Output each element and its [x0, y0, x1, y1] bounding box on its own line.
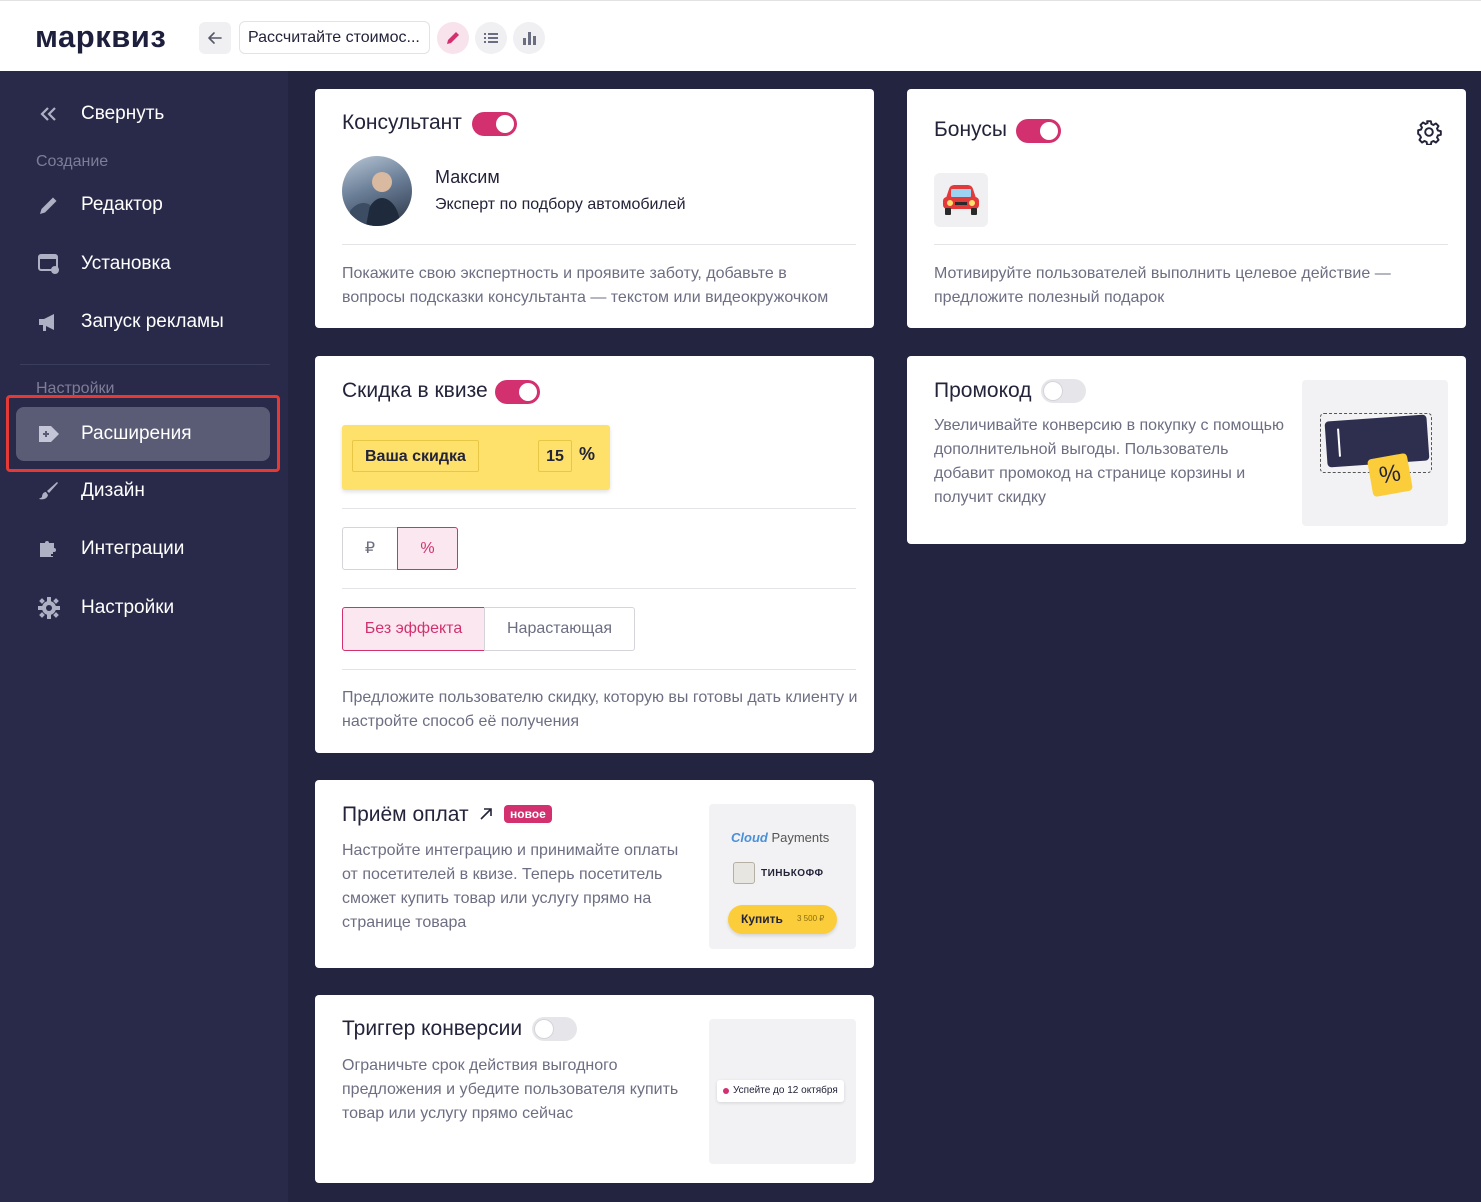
consultant-name: Максим [435, 167, 500, 187]
payments-illustration: Cloud Payments ТИНЬКОФФ Купить 3 500 ₽ [709, 804, 856, 949]
top-bar: марквиз Рассчитайте стоимос... [0, 0, 1481, 71]
brush-icon [36, 479, 62, 503]
extensions-main: Консультант Максим Эксперт по подбору ав… [288, 71, 1481, 1202]
bonuses-settings-button[interactable] [1416, 119, 1442, 146]
sidebar-item-label: Дизайн [81, 480, 145, 501]
trigger-illustration: Успейте до 12 октября [709, 1019, 856, 1164]
marquiz-logo[interactable]: марквиз [35, 19, 166, 55]
sidebar: Свернуть Создание Редактор Установка Зап… [0, 71, 288, 1202]
divider [342, 669, 856, 670]
gear-icon [36, 596, 62, 620]
sidebar-group-create: Создание [36, 153, 109, 170]
payments-description: Настройте интеграцию и принимайте оплаты… [342, 842, 679, 931]
sidebar-item-label: Установка [81, 253, 171, 274]
consultant-avatar [342, 156, 412, 226]
puzzle-icon [36, 537, 62, 561]
discount-preview-value: 15 [538, 440, 572, 472]
divider [342, 244, 856, 245]
payments-card: Приём оплат новое Настройте интеграцию и… [315, 780, 874, 968]
effect-none-option[interactable]: Без эффекта [342, 607, 485, 651]
sidebar-item-label: Настройки [81, 597, 175, 618]
sidebar-item-design[interactable]: Дизайн [16, 464, 270, 518]
promo-percent-tag: % [1367, 452, 1413, 498]
divider [342, 588, 856, 589]
consultant-title: Консультант [342, 111, 462, 134]
effect-increasing-option[interactable]: Нарастающая [484, 607, 635, 651]
sidebar-collapse[interactable]: Свернуть [16, 87, 270, 141]
double-chevron-left-icon [36, 102, 62, 126]
discount-preview-label: Ваша скидка [352, 440, 479, 472]
sidebar-item-label: Интеграции [81, 538, 185, 559]
tinkoff-logo: ТИНЬКОФФ [733, 862, 824, 884]
payments-title: Приём оплат [342, 803, 469, 826]
trigger-title: Триггер конверсии [342, 1017, 523, 1040]
sidebar-item-label: Запуск рекламы [81, 311, 224, 332]
sidebar-item-install[interactable]: Установка [16, 237, 270, 291]
new-badge: новое [504, 805, 552, 823]
promocode-toggle[interactable] [1041, 379, 1086, 403]
back-button[interactable] [199, 22, 231, 54]
megaphone-icon [36, 310, 62, 334]
edit-mode-button[interactable] [437, 22, 469, 54]
bonuses-title: Бонусы [934, 118, 1007, 141]
divider [934, 244, 1448, 245]
bar-chart-icon [523, 32, 536, 45]
sidebar-divider [20, 364, 270, 365]
bonuses-toggle[interactable] [1016, 119, 1061, 143]
buy-button-preview: Купить 3 500 ₽ [728, 905, 837, 934]
pencil-icon [36, 193, 62, 217]
external-link-icon[interactable] [478, 806, 494, 827]
sidebar-item-integrations[interactable]: Интеграции [16, 522, 270, 576]
quiz-title-field[interactable]: Рассчитайте стоимос... [239, 21, 430, 54]
discount-toggle[interactable] [495, 380, 540, 404]
deadline-dot [723, 1088, 729, 1094]
bonuses-card: Бонусы Мотивируйте пользователей выполни… [907, 89, 1466, 328]
consultant-card: Консультант Максим Эксперт по подбору ав… [315, 89, 874, 328]
discount-description: Предложите пользователю скидку, которую … [342, 689, 858, 730]
statistics-button[interactable] [513, 22, 545, 54]
promocode-card: Промокод Увеличивайте конверсию в покупк… [907, 356, 1466, 544]
trigger-card: Триггер конверсии Ограничьте срок действ… [315, 995, 874, 1183]
promocode-description: Увеличивайте конверсию в покупку с помощ… [934, 417, 1284, 506]
consultant-role: Эксперт по подбору автомобилей [435, 196, 686, 213]
trigger-toggle[interactable] [532, 1017, 577, 1041]
sidebar-collapse-label: Свернуть [81, 103, 165, 124]
sidebar-item-ads[interactable]: Запуск рекламы [16, 295, 270, 349]
sidebar-item-editor[interactable]: Редактор [16, 178, 270, 232]
bonuses-description: Мотивируйте пользователей выполнить целе… [934, 265, 1391, 306]
car-icon [943, 185, 979, 215]
sidebar-item-label: Редактор [81, 194, 163, 215]
bonus-item-car[interactable] [934, 173, 988, 227]
divider [342, 508, 856, 509]
discount-title: Скидка в квизе [342, 379, 488, 402]
trigger-description: Ограничьте срок действия выгодного предл… [342, 1057, 679, 1122]
sidebar-item-settings[interactable]: Настройки [16, 581, 270, 635]
consultant-toggle[interactable] [472, 112, 517, 136]
gear-icon [1417, 120, 1442, 146]
discount-preview: Ваша скидка 15 % [342, 425, 610, 490]
list-icon [484, 33, 498, 43]
discount-card: Скидка в квизе Ваша скидка 15 % ₽ % Без … [315, 356, 874, 753]
pencil-icon [447, 32, 459, 44]
promocode-title: Промокод [934, 379, 1032, 402]
deadline-chip: Успейте до 12 октября [717, 1080, 844, 1102]
questions-list-button[interactable] [475, 22, 507, 54]
selection-highlight-frame [6, 395, 280, 472]
consultant-description: Покажите свою экспертность и проявите за… [342, 265, 829, 306]
promocode-illustration: % [1302, 380, 1448, 526]
tinkoff-shield-icon [733, 862, 755, 884]
install-icon [36, 252, 62, 276]
unit-percent-option[interactable]: % [397, 527, 458, 570]
discount-preview-unit: % [579, 444, 596, 464]
cloudpayments-logo: Cloud Payments [731, 830, 830, 845]
arrow-left-icon [208, 32, 222, 44]
unit-rub-option[interactable]: ₽ [342, 527, 398, 570]
